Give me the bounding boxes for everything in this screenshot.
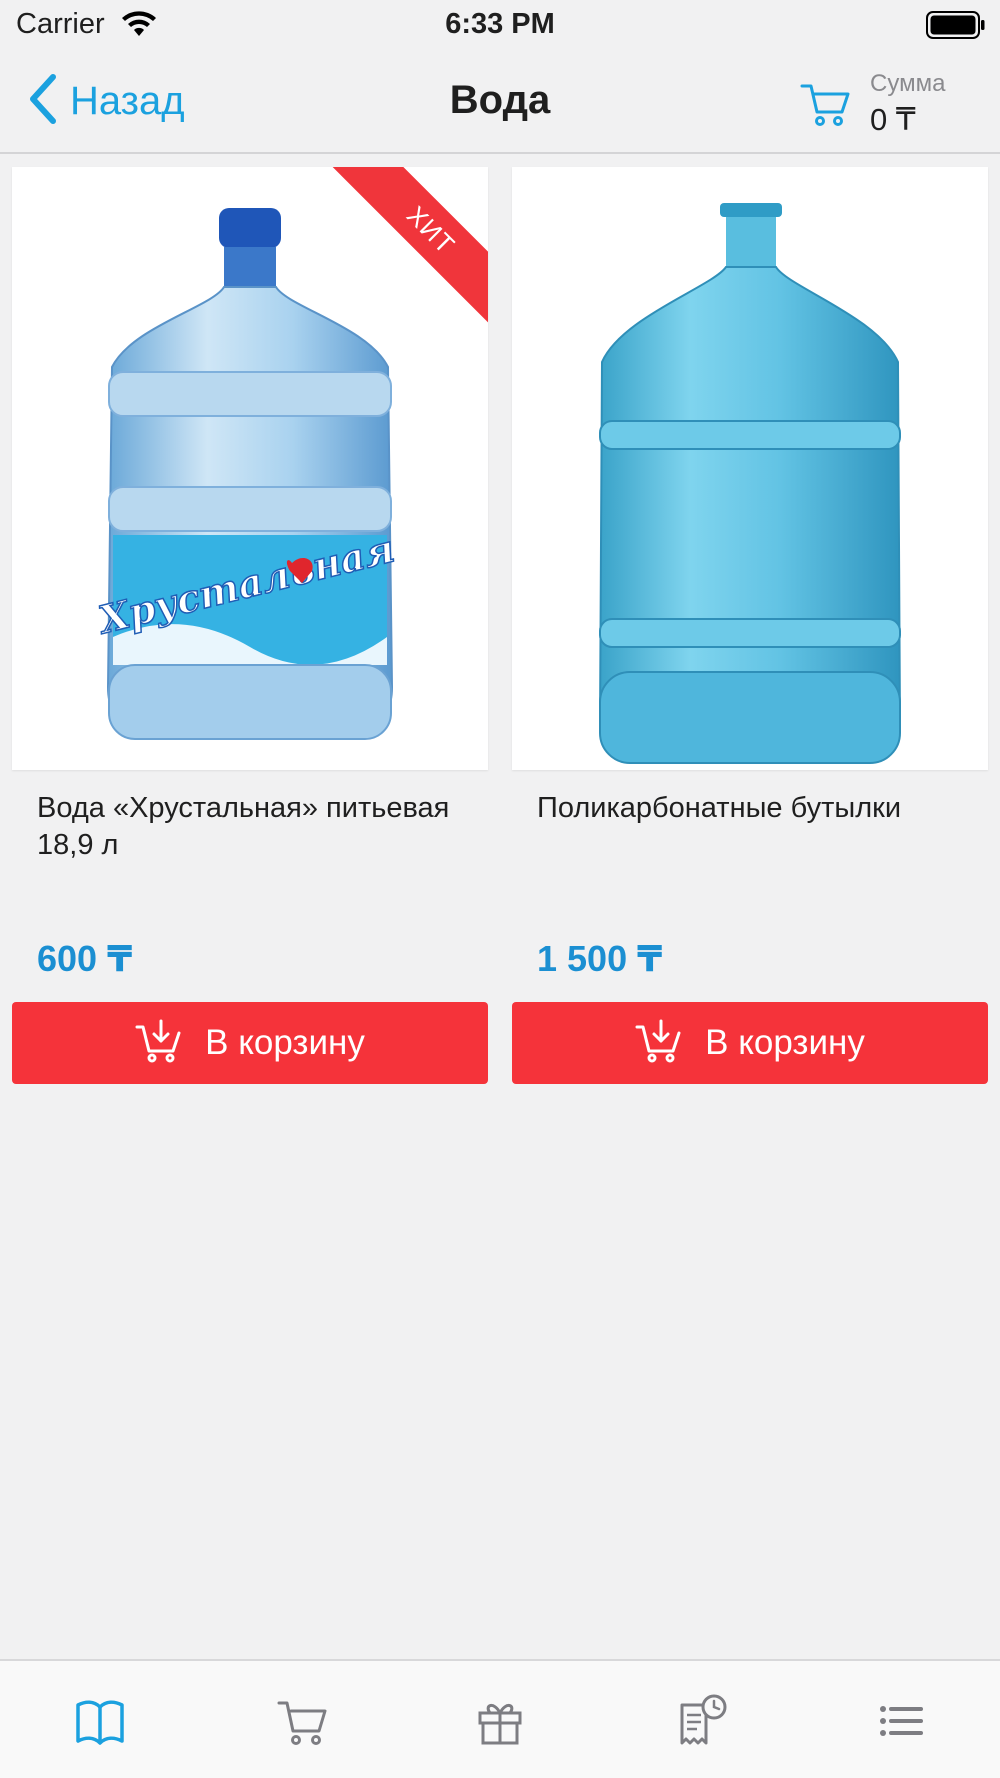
product-name: Вода «Хрустальная» питьевая 18,9 л — [37, 792, 450, 861]
product-card[interactable]: Поликарбонатные бутылки 1 500 ₸ В корзин… — [512, 167, 988, 1084]
cart-icon — [277, 1701, 327, 1745]
cart-summary[interactable]: Сумма 0 ₸ — [800, 68, 990, 140]
product-image[interactable]: Хрустальная ХИТ — [12, 167, 488, 770]
product-price: 600 ₸ — [37, 938, 133, 979]
tab-menu[interactable] — [871, 1691, 931, 1751]
tab-bar — [0, 1659, 1000, 1778]
tab-catalog[interactable] — [70, 1691, 130, 1751]
battery-icon — [926, 10, 986, 45]
clock: 6:33 PM — [445, 8, 555, 40]
tab-order-history[interactable] — [672, 1691, 732, 1751]
tab-cart[interactable] — [273, 1691, 333, 1751]
add-to-cart-label: В корзину — [705, 1023, 865, 1062]
menu-list-icon — [880, 1706, 923, 1736]
navigation-bar: Назад Вода Сумма 0 ₸ — [0, 50, 1000, 154]
product-image[interactable] — [512, 167, 988, 770]
cart-add-icon — [635, 1019, 683, 1068]
add-to-cart-label: В корзину — [205, 1023, 365, 1062]
water-bottle-image: Хрустальная — [92, 208, 400, 741]
status-bar: Carrier 6:33 PM — [0, 0, 1000, 50]
cart-sum-value: 0 ₸ — [870, 102, 916, 137]
order-history-icon — [680, 1694, 727, 1745]
cart-add-icon — [135, 1019, 183, 1068]
product-card[interactable]: Хрустальная ХИТ Вода «Хрустальная» питье… — [12, 167, 488, 1084]
tab-gifts[interactable] — [470, 1691, 530, 1751]
add-to-cart-button[interactable]: В корзину — [512, 1002, 988, 1084]
product-price: 1 500 ₸ — [537, 938, 663, 979]
gift-icon — [478, 1704, 522, 1745]
cart-sum-label: Сумма — [870, 70, 946, 97]
add-to-cart-button[interactable]: В корзину — [12, 1002, 488, 1084]
product-name: Поликарбонатные бутылки — [537, 792, 902, 824]
polycarbonate-bottle-image — [598, 203, 902, 765]
cart-icon — [800, 82, 852, 133]
catalog-book-icon — [76, 1700, 124, 1745]
